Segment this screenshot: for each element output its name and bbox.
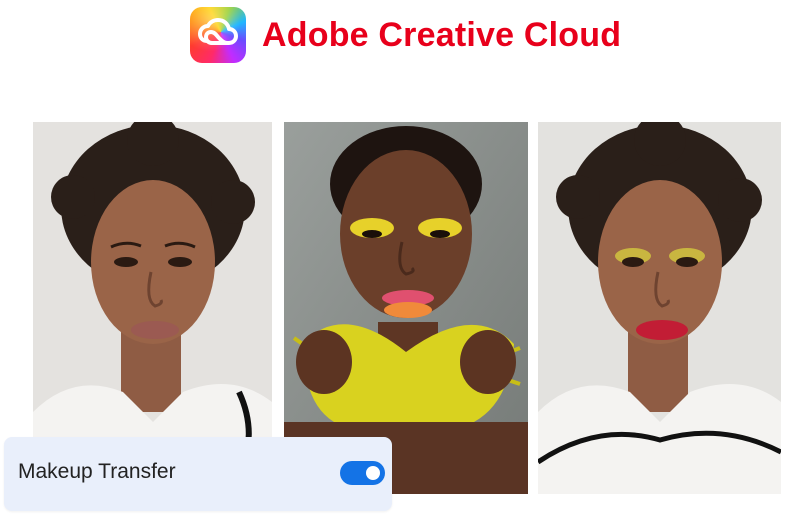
makeup-transfer-label: Makeup Transfer [18, 460, 176, 483]
makeup-transfer-card: Makeup Transfer [4, 437, 392, 511]
brand-title: Adobe Creative Cloud [262, 15, 622, 54]
makeup-transfer-toggle[interactable] [340, 461, 385, 485]
brand-header: Adobe Creative Cloud [190, 7, 621, 63]
creative-cloud-logo-icon [190, 7, 246, 63]
toggle-knob [366, 466, 380, 480]
result-portrait-photo [538, 122, 781, 494]
